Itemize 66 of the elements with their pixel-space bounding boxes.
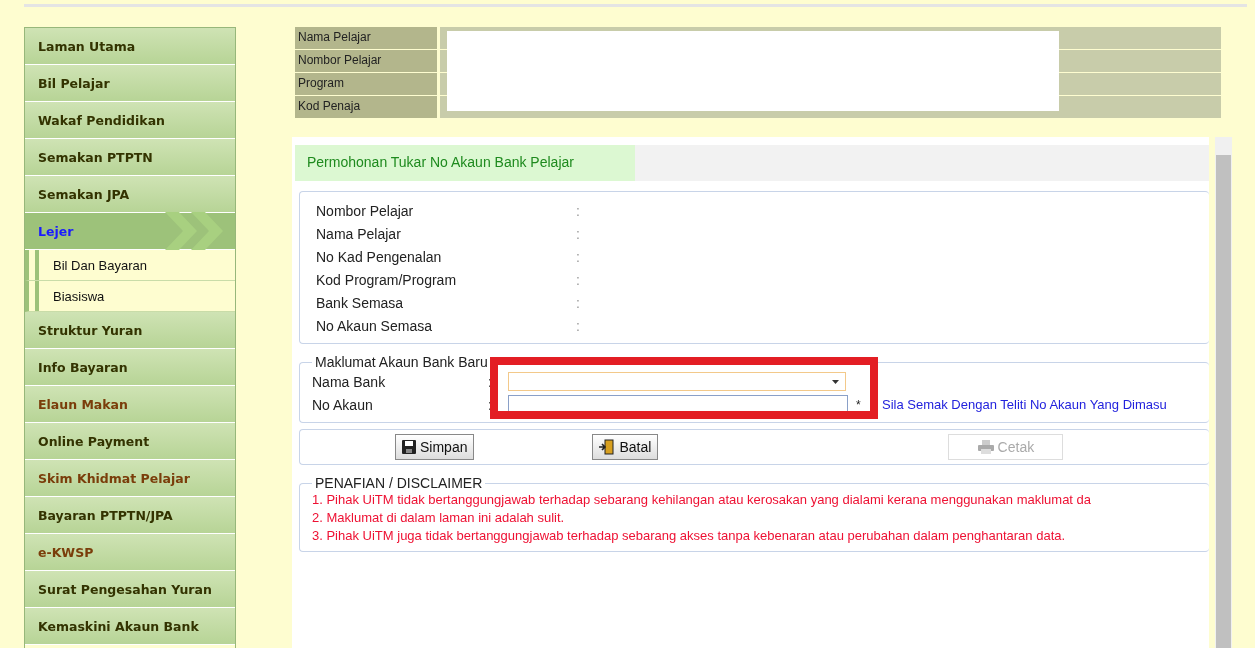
info-label: Kod Penaja [295, 96, 440, 119]
panel-title: Permohonan Tukar No Akaun Bank Pelajar [295, 145, 635, 181]
sidebar-subitem[interactable]: Biasiswa [25, 281, 235, 312]
sidebar-item[interactable]: Wakaf Pendidikan [25, 102, 235, 139]
sidebar-item[interactable]: Struktur Yuran [25, 312, 235, 349]
colon-text: : [488, 396, 493, 413]
sidebar-label: Kemaskini Akaun Bank [38, 618, 199, 634]
sidebar-label: Bayaran PTPTN/JPA [38, 507, 173, 523]
sidebar-label: Semakan JPA [38, 186, 130, 202]
sidebar-label: Wakaf Pendidikan [38, 112, 165, 128]
field-label: Nombor Pelajar [316, 202, 415, 219]
cancel-button[interactable]: Batal [592, 434, 659, 460]
sidebar-item[interactable]: Semakan PTPTN [25, 139, 235, 176]
section-legend: PENAFIAN / DISCLAIMER [312, 475, 486, 491]
colon-text: : [576, 225, 580, 242]
sidebar-label: Bil Pelajar [38, 75, 110, 91]
sidebar-label: Elaun Makan [38, 396, 128, 412]
disclaimer-text: 2. Maklumat di dalam laman ini adalah sulit. [312, 509, 566, 527]
info-label: Nama Pelajar [295, 27, 440, 50]
sidebar-item[interactable]: Elaun Makan [25, 386, 235, 423]
sidebar-item[interactable]: Bayaran PTPTN/JPA [25, 497, 235, 534]
save-button[interactable]: Simpan [395, 434, 475, 460]
field-label: Nama Pelajar [316, 225, 402, 242]
note-text: Sila Semak Dengan Teliti No Akaun Yang Dimasu [882, 397, 1167, 412]
sidebar-item[interactable]: Info Bayaran [25, 349, 235, 386]
sidebar-label: e-KWSP [38, 544, 94, 560]
colon-text: : [576, 294, 580, 311]
field-label: Nama Bank [312, 373, 387, 390]
sidebar-label: Struktur Yuran [38, 322, 143, 338]
field-label: No Akaun [312, 396, 374, 413]
sidebar-label: Semakan PTPTN [38, 149, 153, 165]
sidebar-label: Skim Khidmat Pelajar [38, 470, 190, 486]
sidebar-item[interactable]: e-KWSP [25, 534, 235, 571]
sidebar-item[interactable]: Surat Pengesahan Yuran [25, 571, 235, 608]
sidebar-item[interactable]: Bil Pelajar [25, 65, 235, 102]
colon-text: : [576, 248, 580, 265]
field-label: No Akaun Semasa [316, 317, 433, 334]
sidebar-item[interactable]: Lejer [25, 213, 235, 250]
sidebar-item[interactable]: Online Payment [25, 423, 235, 460]
printer-icon [977, 440, 994, 454]
colon-text: : [576, 271, 580, 288]
colon-text: : [576, 202, 580, 219]
sidebar-label: Laman Utama [38, 38, 136, 54]
sidebar-label: Surat Pengesahan Yuran [38, 581, 212, 597]
colon-text: : [576, 317, 580, 334]
info-label: Program [295, 73, 440, 96]
disclaimer-text: 3. Pihak UiTM juga tidak bertanggungjawab terhadap sebarang akses tanpa kebenaran atau perubahan dalam penghantaran data. [312, 527, 1067, 545]
sidebar-item[interactable]: Semakan JPA [25, 176, 235, 213]
info-label: Nombor Pelajar [295, 50, 440, 73]
sidebar-label: Info Bayaran [38, 359, 128, 375]
sidebar-subitem[interactable]: Bil Dan Bayaran [25, 250, 235, 281]
sidebar-item[interactable]: Laman Utama [25, 28, 235, 65]
required-mark: * [856, 397, 862, 412]
scrollbar[interactable] [1215, 137, 1232, 648]
section-legend: Maklumat Akaun Bank Baru [312, 354, 491, 370]
sidebar-item[interactable]: Kemaskini Akaun Bank [25, 608, 235, 645]
field-label: No Kad Pengenalan [316, 248, 443, 265]
sidebar-label: Online Payment [38, 433, 150, 449]
colon-text: : [488, 373, 493, 390]
field-label: Kod Program/Program [316, 271, 458, 288]
caret-icon [832, 379, 839, 384]
field-label: Bank Semasa [316, 294, 405, 311]
sidebar-item[interactable]: Skim Khidmat Pelajar [25, 460, 235, 497]
disclaimer-text: 1. Pihak UiTM tidak bertanggungjawab terhadap sebarang kehilangan atau kerosakan yang dialami kerana menggunakan maklumat da [312, 491, 1093, 509]
door-exit-icon [599, 439, 616, 455]
sidebar-label: Lejer [38, 223, 74, 239]
